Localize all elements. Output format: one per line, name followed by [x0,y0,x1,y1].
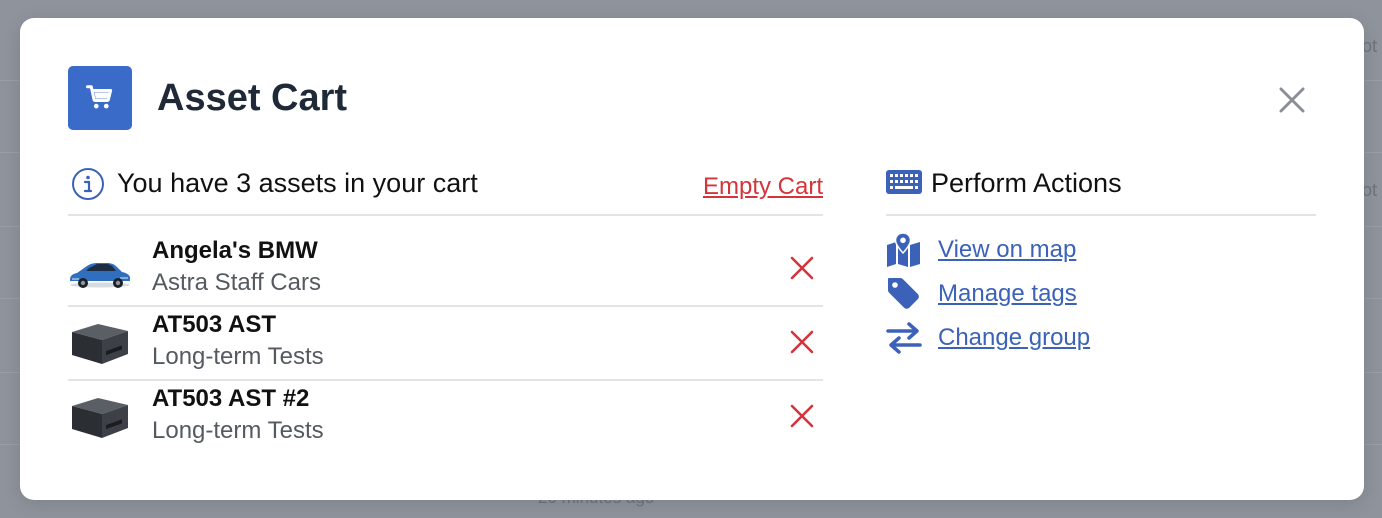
remove-icon [790,404,814,428]
remove-asset-button[interactable] [788,254,816,282]
asset-group: Long-term Tests [152,417,324,444]
modal-title: Asset Cart [157,77,348,119]
close-icon [1279,87,1305,113]
tracker-device-thumbnail [72,398,128,438]
remove-icon [790,330,814,354]
cart-header: You have 3 assets in your cart Empty Car… [68,164,823,216]
info-icon [72,168,104,200]
cart-asset-row: AT503 AST #2 Long-term Tests [68,380,823,453]
cart-asset-row: AT503 AST Long-term Tests [68,306,823,381]
asset-name: AT503 AST #2 [152,385,310,412]
view-on-map-link[interactable]: View on map [938,235,1076,265]
close-button[interactable] [1274,82,1310,118]
map-icon [887,232,920,267]
remove-icon [790,256,814,280]
asset-name: AT503 AST [152,311,277,338]
background-text: ot [1362,36,1378,56]
background-text: ot [1362,180,1378,200]
tag-icon [888,278,919,309]
tracker-device-thumbnail [72,324,128,364]
cart-asset-row: Angela's BMW Astra Staff Cars [68,232,823,307]
cart-summary: You have 3 assets in your cart [117,168,478,198]
remove-asset-button[interactable] [788,328,816,356]
manage-tags-link[interactable]: Manage tags [938,279,1077,309]
asset-group: Long-term Tests [152,343,324,370]
arrows-exchange-icon [886,322,922,354]
cart-icon [68,66,132,130]
asset-name: Angela's BMW [152,237,318,264]
asset-group: Astra Staff Cars [152,269,321,296]
keyboard-icon [886,170,922,194]
actions-title: Perform Actions [931,168,1122,198]
remove-asset-button[interactable] [788,402,816,430]
actions-header: Perform Actions [886,164,1316,216]
car-thumbnail [70,263,130,288]
empty-cart-link[interactable]: Empty Cart [703,172,823,202]
asset-cart-modal: Asset Cart You have 3 assets in your car… [20,18,1364,500]
change-group-link[interactable]: Change group [938,323,1090,353]
